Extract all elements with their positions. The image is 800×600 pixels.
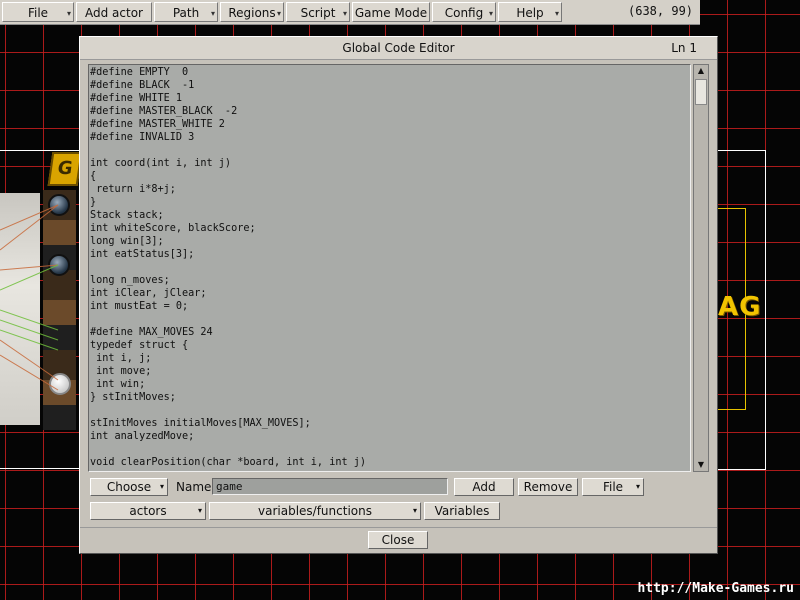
- menu-script[interactable]: Script ▾: [286, 2, 350, 22]
- menu-game-mode[interactable]: Game Mode: [352, 2, 430, 22]
- code-line: int whiteScore, blackScore;: [90, 223, 256, 234]
- code-scrollbar[interactable]: ▲ ▼: [693, 64, 709, 472]
- menu-path-label: Path: [172, 6, 200, 20]
- code-line: {: [90, 171, 97, 182]
- menu-config[interactable]: Config ▾: [432, 2, 496, 22]
- code-line: #define INVALID 3: [90, 132, 195, 143]
- chevron-down-icon: ▾: [159, 482, 164, 491]
- name-label: Name:: [176, 480, 216, 494]
- chevron-down-icon: ▾: [66, 9, 71, 18]
- watermark: http://Make-Games.ru: [637, 581, 794, 596]
- name-input[interactable]: [212, 478, 448, 495]
- global-code-editor-window: Global Code Editor Ln 1 #define EMPTY 0 #…: [79, 36, 718, 554]
- chevron-down-icon: ▾: [488, 9, 493, 18]
- editor-divider: [80, 527, 717, 528]
- chevron-down-icon: ▾: [342, 9, 347, 18]
- remove-button[interactable]: Remove: [518, 478, 578, 496]
- actors-dropdown[interactable]: actors ▾: [90, 502, 206, 520]
- code-line: return i*8+j;: [90, 184, 176, 195]
- scene-title-text: AG: [718, 292, 762, 322]
- chevron-down-icon: ▾: [635, 482, 640, 491]
- menu-add-actor-label: Add actor: [85, 6, 143, 20]
- code-line: #define WHITE 1: [90, 93, 183, 104]
- code-line: } stInitMoves;: [90, 392, 176, 403]
- code-line: int i, j;: [90, 353, 152, 364]
- chevron-down-icon: ▾: [197, 506, 202, 515]
- code-line: int eatStatus[3];: [90, 249, 195, 260]
- code-line: int win;: [90, 379, 146, 390]
- menu-bar: File ▾ Add actor Path ▾ Regions ▾ Script…: [0, 0, 700, 25]
- editor-title-bar[interactable]: Global Code Editor Ln 1: [80, 37, 717, 60]
- menu-file[interactable]: File ▾: [2, 2, 74, 22]
- code-line: long win[3];: [90, 236, 164, 247]
- code-line: void clearPosition(char *board, int i, i…: [90, 457, 367, 468]
- menu-regions-label: Regions: [228, 6, 276, 20]
- code-line: #define BLACK -1: [90, 80, 195, 91]
- scroll-thumb[interactable]: [695, 79, 707, 105]
- scene-frame-line-bottom: [0, 468, 80, 469]
- code-line: typedef struct {: [90, 340, 189, 351]
- variables-functions-dropdown[interactable]: variables/functions ▾: [209, 502, 421, 520]
- code-line: int move;: [90, 366, 152, 377]
- file-button[interactable]: File ▾: [582, 478, 644, 496]
- variables-button[interactable]: Variables: [424, 502, 500, 520]
- menu-help[interactable]: Help ▾: [498, 2, 562, 22]
- file-button-label: File: [602, 480, 624, 494]
- code-editor-textarea[interactable]: #define EMPTY 0 #define BLACK -1 #define W…: [88, 64, 691, 472]
- code-line: #define MASTER_WHITE 2: [90, 119, 225, 130]
- close-button[interactable]: Close: [368, 531, 428, 549]
- code-line: stInitMoves initialMoves[MAX_MOVES];: [90, 418, 311, 429]
- code-line: #define MAX_MOVES 24: [90, 327, 213, 338]
- menu-script-label: Script: [300, 6, 336, 20]
- code-line: int analyzedMove;: [90, 431, 195, 442]
- code-line: long n_moves;: [90, 275, 170, 286]
- variables-functions-label: variables/functions: [258, 504, 372, 518]
- chevron-down-icon: ▾: [412, 506, 417, 515]
- scroll-up-arrow-icon[interactable]: ▲: [694, 65, 708, 77]
- chevron-down-icon: ▾: [210, 9, 215, 18]
- code-line: Stack stack;: [90, 210, 164, 221]
- code-line: #define MASTER_BLACK -2: [90, 106, 238, 117]
- scene-frame-line-top: [0, 150, 80, 151]
- code-line: }: [90, 197, 97, 208]
- code-line: #define EMPTY 0: [90, 67, 189, 78]
- menu-config-label: Config: [444, 6, 484, 20]
- code-line: int coord(int i, int j): [90, 158, 232, 169]
- code-line: int mustEat = 0;: [90, 301, 189, 312]
- scene-logo: G: [47, 152, 83, 186]
- editor-title: Global Code Editor: [342, 41, 455, 55]
- chevron-down-icon: ▾: [276, 9, 281, 18]
- menu-regions[interactable]: Regions ▾: [220, 2, 284, 22]
- choose-button[interactable]: Choose ▾: [90, 478, 168, 496]
- cursor-coordinates: (638, 99): [628, 4, 694, 18]
- scene-rays: [0, 204, 59, 391]
- menu-game-mode-label: Game Mode: [354, 6, 428, 20]
- actors-dropdown-label: actors: [129, 504, 167, 518]
- menu-path[interactable]: Path ▾: [154, 2, 218, 22]
- chevron-down-icon: ▾: [554, 9, 559, 18]
- line-indicator: Ln 1: [671, 41, 697, 55]
- menu-add-actor[interactable]: Add actor: [76, 2, 152, 22]
- scroll-down-arrow-icon[interactable]: ▼: [694, 459, 708, 471]
- choose-button-label: Choose: [106, 480, 152, 494]
- code-line: int iClear, jClear;: [90, 288, 207, 299]
- menu-help-label: Help: [516, 6, 544, 20]
- menu-file-label: File: [27, 6, 49, 20]
- code-text: #define EMPTY 0 #define BLACK -1 #define W…: [89, 65, 690, 469]
- add-button[interactable]: Add: [454, 478, 514, 496]
